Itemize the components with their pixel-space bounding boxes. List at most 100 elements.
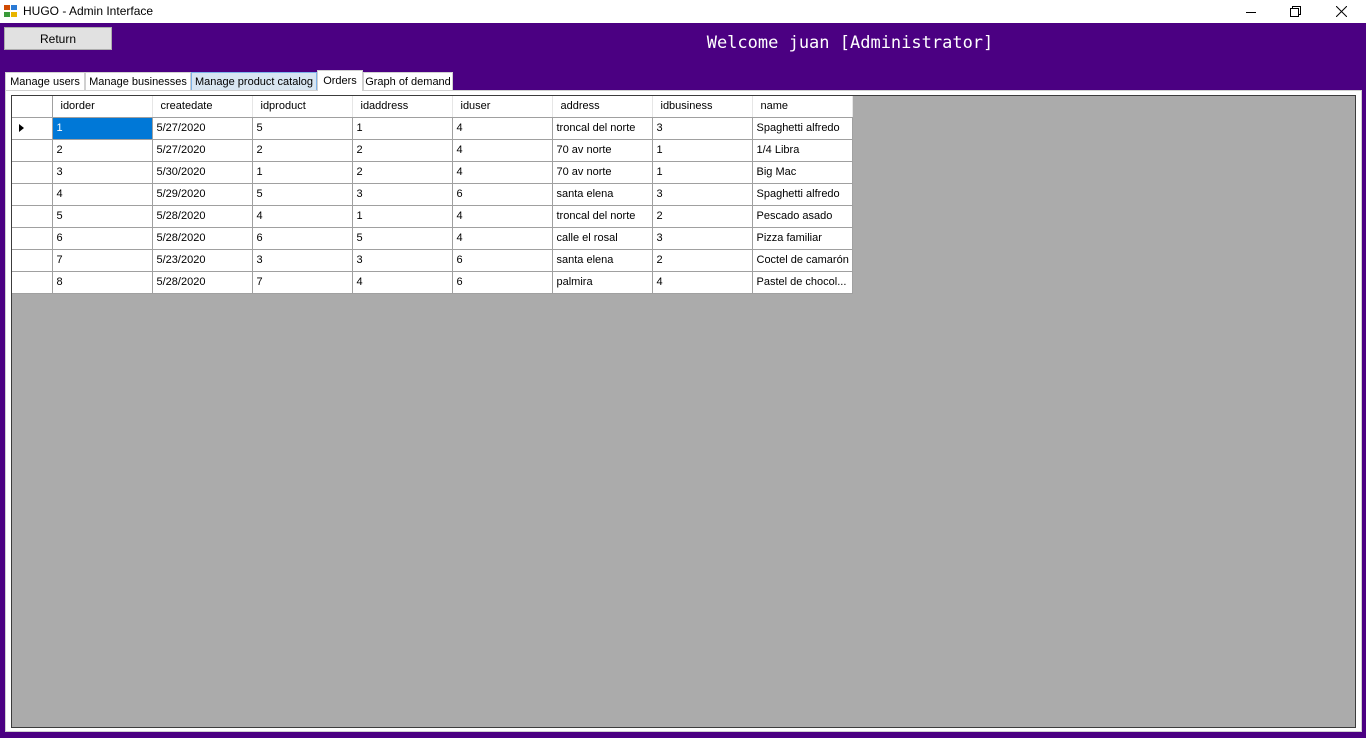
table-cell-idaddress[interactable]: 4 <box>352 271 453 294</box>
close-button[interactable] <box>1318 0 1364 23</box>
table-cell-createdate[interactable]: 5/28/2020 <box>152 227 253 250</box>
table-cell-idorder[interactable]: 8 <box>52 271 153 294</box>
column-header-idorder[interactable]: idorder <box>52 96 153 118</box>
table-cell-idorder[interactable]: 6 <box>52 227 153 250</box>
row-header[interactable] <box>12 139 53 162</box>
table-row[interactable]: 7 5/23/2020 3 3 6 santa elena 2 Coctel de camar… <box>12 249 853 272</box>
table-cell-address[interactable]: troncal del norte <box>552 205 653 228</box>
table-cell-idbusiness[interactable]: 2 <box>652 205 753 228</box>
table-cell-createdate[interactable]: 5/29/2020 <box>152 183 253 206</box>
table-cell-iduser[interactable]: 6 <box>452 249 553 272</box>
column-header-iduser[interactable]: iduser <box>452 96 553 118</box>
table-cell-idaddress[interactable]: 2 <box>352 139 453 162</box>
table-cell-createdate[interactable]: 5/27/2020 <box>152 139 253 162</box>
table-cell-idbusiness[interactable]: 4 <box>652 271 753 294</box>
column-header-createdate[interactable]: createdate <box>152 96 253 118</box>
table-cell-idorder[interactable]: 7 <box>52 249 153 272</box>
column-header-name[interactable]: name <box>752 96 853 118</box>
table-cell-idproduct[interactable]: 2 <box>252 139 353 162</box>
table-cell-iduser[interactable]: 4 <box>452 205 553 228</box>
table-cell-address[interactable]: santa elena <box>552 249 653 272</box>
table-cell-name[interactable]: Spaghetti alfredo <box>752 183 853 206</box>
tab-orders[interactable]: Orders <box>317 70 363 91</box>
table-row[interactable]: 6 5/28/2020 6 5 4 calle el rosal 3 Pizza famili… <box>12 227 853 250</box>
table-cell-address[interactable]: santa elena <box>552 183 653 206</box>
row-header[interactable] <box>12 161 53 184</box>
table-cell-idaddress[interactable]: 1 <box>352 117 453 140</box>
table-cell-iduser[interactable]: 4 <box>452 227 553 250</box>
table-cell-idbusiness[interactable]: 2 <box>652 249 753 272</box>
tab-graph-of-demand[interactable]: Graph of demand <box>363 72 453 90</box>
table-cell-idaddress[interactable]: 3 <box>352 249 453 272</box>
column-header-idbusiness[interactable]: idbusiness <box>652 96 753 118</box>
table-cell-idbusiness[interactable]: 1 <box>652 139 753 162</box>
table-cell-idproduct[interactable]: 6 <box>252 227 353 250</box>
table-cell-createdate[interactable]: 5/28/2020 <box>152 205 253 228</box>
table-cell-idproduct[interactable]: 5 <box>252 117 353 140</box>
table-cell-name[interactable]: Pescado asado <box>752 205 853 228</box>
table-cell-address[interactable]: calle el rosal <box>552 227 653 250</box>
table-row[interactable]: 1 5/27/2020 5 1 4 troncal del norte 3 Spaghetti… <box>12 117 853 140</box>
table-cell-name[interactable]: Pizza familiar <box>752 227 853 250</box>
table-row[interactable]: 4 5/29/2020 5 3 6 santa elena 3 Spaghetti alfre… <box>12 183 853 206</box>
table-cell-createdate[interactable]: 5/23/2020 <box>152 249 253 272</box>
table-cell-idproduct[interactable]: 3 <box>252 249 353 272</box>
row-header[interactable] <box>12 183 53 206</box>
table-cell-idaddress[interactable]: 5 <box>352 227 453 250</box>
column-header-idproduct[interactable]: idproduct <box>252 96 353 118</box>
table-row[interactable]: 8 5/28/2020 7 4 6 palmira 4 Pastel de chocol... <box>12 271 853 294</box>
table-cell-createdate[interactable]: 5/30/2020 <box>152 161 253 184</box>
row-header[interactable] <box>12 205 53 228</box>
tab-manage-product-catalog[interactable]: Manage product catalog <box>191 72 317 90</box>
restore-button[interactable] <box>1272 0 1318 23</box>
table-row[interactable]: 3 5/30/2020 1 2 4 70 av norte 1 Big Mac <box>12 161 853 184</box>
row-header[interactable] <box>12 249 53 272</box>
table-cell-idproduct[interactable]: 7 <box>252 271 353 294</box>
table-cell-idorder[interactable]: 1 <box>52 117 153 140</box>
table-cell-name[interactable]: Big Mac <box>752 161 853 184</box>
table-cell-name[interactable]: Pastel de chocol... <box>752 271 853 294</box>
table-cell-name[interactable]: Coctel de camarón <box>752 249 853 272</box>
table-cell-idproduct[interactable]: 4 <box>252 205 353 228</box>
table-cell-idproduct[interactable]: 1 <box>252 161 353 184</box>
table-cell-idorder[interactable]: 2 <box>52 139 153 162</box>
row-header[interactable] <box>12 227 53 250</box>
row-header[interactable] <box>12 117 53 140</box>
table-row[interactable]: 2 5/27/2020 2 2 4 70 av norte 1 1/4 Libra <box>12 139 853 162</box>
table-cell-idaddress[interactable]: 2 <box>352 161 453 184</box>
column-header-idaddress[interactable]: idaddress <box>352 96 453 118</box>
table-cell-idaddress[interactable]: 3 <box>352 183 453 206</box>
table-cell-address[interactable]: palmira <box>552 271 653 294</box>
table-cell-address[interactable]: 70 av norte <box>552 161 653 184</box>
table-cell-address[interactable]: troncal del norte <box>552 117 653 140</box>
return-button[interactable]: Return <box>4 27 112 50</box>
table-cell-idbusiness[interactable]: 1 <box>652 161 753 184</box>
table-cell-iduser[interactable]: 4 <box>452 161 553 184</box>
table-cell-iduser[interactable]: 6 <box>452 183 553 206</box>
orders-grid[interactable]: idorder createdate idproduct idaddress i… <box>11 95 1356 728</box>
row-header[interactable] <box>12 271 53 294</box>
table-cell-idaddress[interactable]: 1 <box>352 205 453 228</box>
row-header-corner[interactable] <box>12 96 53 118</box>
minimize-button[interactable] <box>1228 0 1274 23</box>
table-cell-createdate[interactable]: 5/28/2020 <box>152 271 253 294</box>
table-cell-address[interactable]: 70 av norte <box>552 139 653 162</box>
orders-table-body: 1 5/27/2020 5 1 4 troncal del norte 3 Spaghetti… <box>12 117 853 294</box>
table-cell-name[interactable]: 1/4 Libra <box>752 139 853 162</box>
table-cell-idorder[interactable]: 4 <box>52 183 153 206</box>
table-cell-iduser[interactable]: 6 <box>452 271 553 294</box>
table-cell-name[interactable]: Spaghetti alfredo <box>752 117 853 140</box>
table-cell-idorder[interactable]: 5 <box>52 205 153 228</box>
table-cell-iduser[interactable]: 4 <box>452 139 553 162</box>
table-row[interactable]: 5 5/28/2020 4 1 4 troncal del norte 2 Pescado a… <box>12 205 853 228</box>
tab-manage-businesses[interactable]: Manage businesses <box>85 72 191 90</box>
table-cell-idorder[interactable]: 3 <box>52 161 153 184</box>
column-header-address[interactable]: address <box>552 96 653 118</box>
table-cell-iduser[interactable]: 4 <box>452 117 553 140</box>
tab-manage-users[interactable]: Manage users <box>5 72 85 90</box>
table-cell-createdate[interactable]: 5/27/2020 <box>152 117 253 140</box>
table-cell-idbusiness[interactable]: 3 <box>652 183 753 206</box>
table-cell-idproduct[interactable]: 5 <box>252 183 353 206</box>
table-cell-idbusiness[interactable]: 3 <box>652 117 753 140</box>
table-cell-idbusiness[interactable]: 3 <box>652 227 753 250</box>
